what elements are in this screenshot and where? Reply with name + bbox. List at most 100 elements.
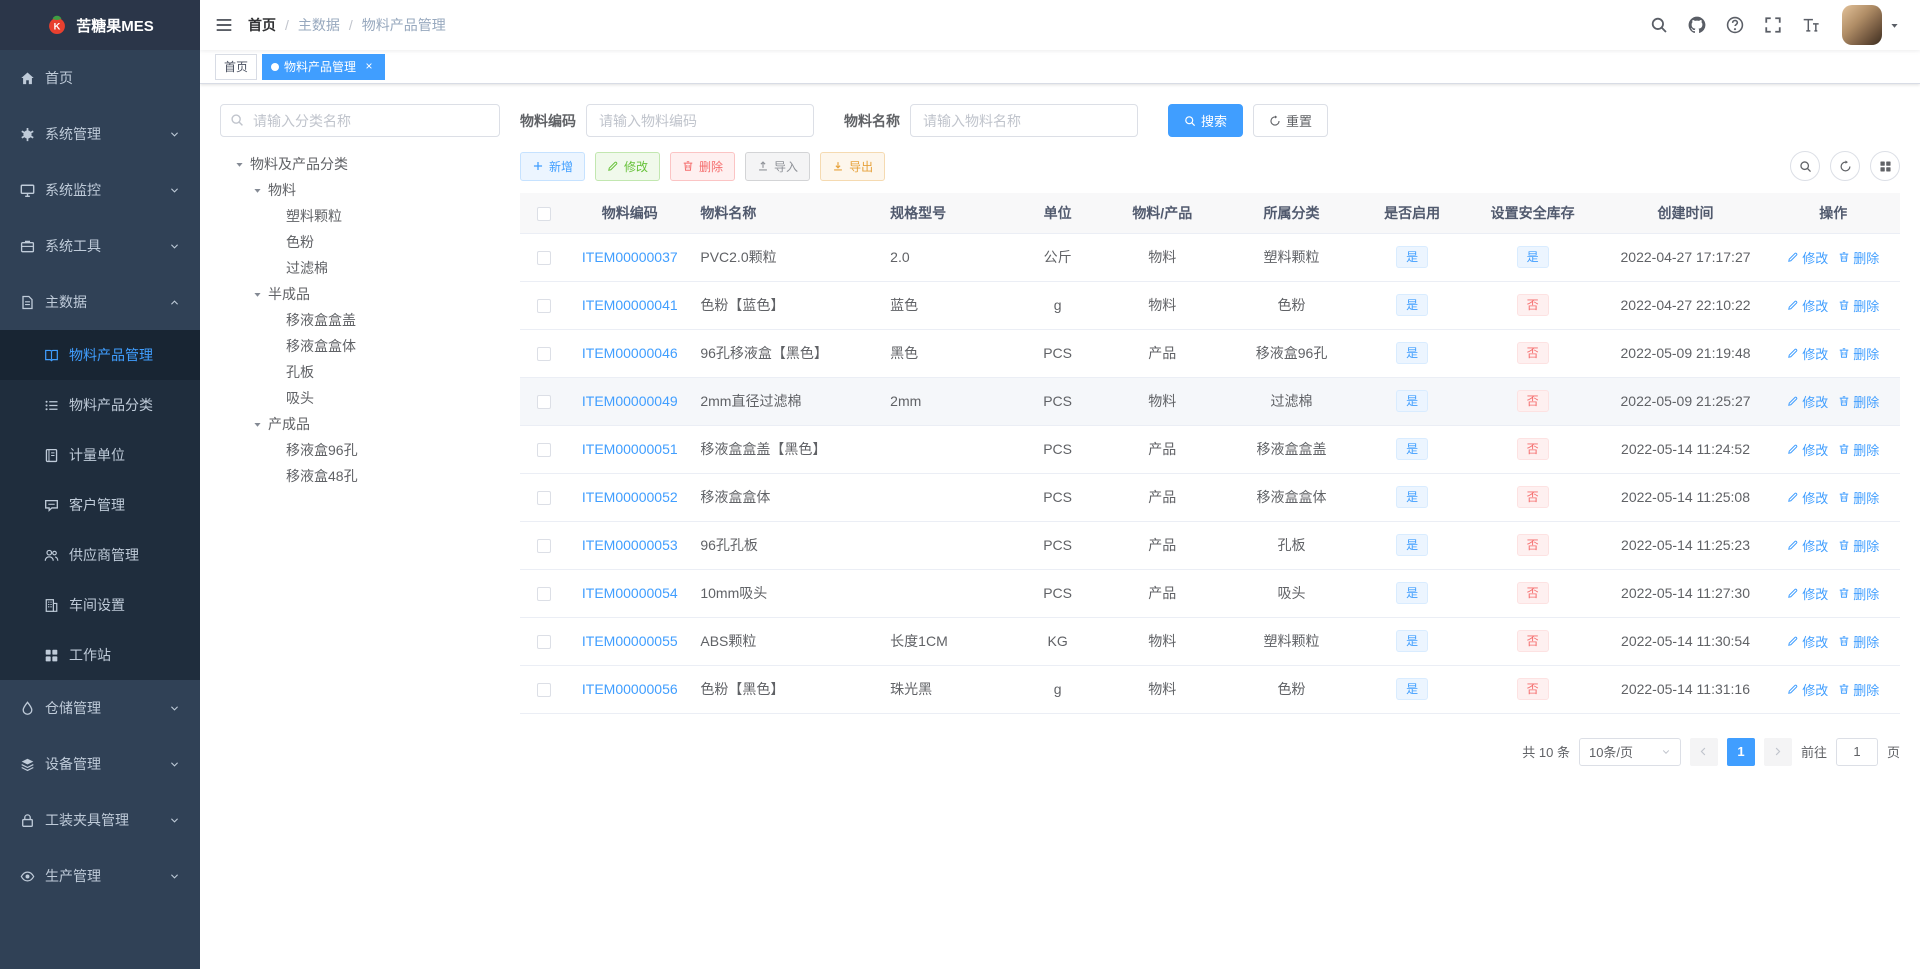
material-name-input[interactable] [910,104,1138,137]
prev-page-button[interactable] [1689,737,1718,766]
delete-row-button[interactable]: 删除 [1838,680,1879,699]
edit-row-button[interactable]: 修改 [1787,392,1828,411]
page-size-select[interactable]: 10条/页 [1578,737,1681,766]
caret-expanded-icon[interactable] [228,159,250,170]
row-checkbox[interactable] [536,395,551,410]
font-size-icon[interactable] [1792,0,1830,50]
tree-node[interactable]: 色粉 [220,229,500,255]
edit-row-button[interactable]: 修改 [1787,296,1828,315]
material-code-link[interactable]: ITEM00000055 [582,633,678,649]
sidebar-item-system-tools[interactable]: 系统工具 [0,218,200,274]
edit-row-button[interactable]: 修改 [1787,536,1828,555]
sidebar-item-home[interactable]: 首页 [0,50,200,106]
close-icon[interactable]: × [362,60,376,74]
delete-button[interactable]: 删除 [670,151,736,181]
select-all-checkbox[interactable] [536,206,551,221]
sidebar-item-material-product-mgmt[interactable]: 物料产品管理 [0,330,200,380]
tree-node[interactable]: 过滤棉 [220,255,500,281]
material-code-link[interactable]: ITEM00000041 [582,297,678,313]
user-menu[interactable] [1842,5,1900,45]
sidebar-item-warehouse-mgmt[interactable]: 仓储管理 [0,680,200,736]
material-code-link[interactable]: ITEM00000056 [582,681,678,697]
sidebar-item-system-monitor[interactable]: 系统监控 [0,162,200,218]
material-code-link[interactable]: ITEM00000051 [582,441,678,457]
sidebar-item-measure-unit[interactable]: 计量单位 [0,430,200,480]
delete-row-button[interactable]: 删除 [1838,488,1879,507]
import-button[interactable]: 导入 [745,151,811,181]
breadcrumb-item[interactable]: 首页 [248,15,276,35]
sidebar-item-workstation[interactable]: 工作站 [0,630,200,680]
delete-row-button[interactable]: 删除 [1838,296,1879,315]
row-checkbox[interactable] [536,347,551,362]
row-checkbox[interactable] [536,587,551,602]
edit-row-button[interactable]: 修改 [1787,680,1828,699]
row-checkbox[interactable] [536,443,551,458]
next-page-button[interactable] [1763,737,1792,766]
delete-row-button[interactable]: 删除 [1838,584,1879,603]
fullscreen-icon[interactable] [1754,0,1792,50]
material-code-link[interactable]: ITEM00000054 [582,585,678,601]
caret-expanded-icon[interactable] [246,419,268,430]
material-code-link[interactable]: ITEM00000053 [582,537,678,553]
tree-node[interactable]: 移液盒盒盖 [220,307,500,333]
tree-node[interactable]: 物料 [220,177,500,203]
delete-row-button[interactable]: 删除 [1838,632,1879,651]
search-button[interactable]: 搜索 [1168,104,1244,137]
edit-button[interactable]: 修改 [595,151,661,181]
goto-page-input[interactable] [1835,737,1878,766]
delete-row-button[interactable]: 删除 [1838,248,1879,267]
material-code-link[interactable]: ITEM00000049 [582,393,678,409]
page-1-button[interactable]: 1 [1726,737,1755,766]
tab-material-product-mgmt[interactable]: 物料产品管理 × [262,53,386,80]
edit-row-button[interactable]: 修改 [1787,344,1828,363]
category-search-input[interactable] [220,104,500,137]
row-checkbox[interactable] [536,539,551,554]
sidebar-item-production-mgmt[interactable]: 生产管理 [0,848,200,904]
edit-row-button[interactable]: 修改 [1787,248,1828,267]
tree-node[interactable]: 吸头 [220,385,500,411]
header-search-icon[interactable] [1640,0,1678,50]
github-icon[interactable] [1678,0,1716,50]
delete-row-button[interactable]: 删除 [1838,440,1879,459]
toggle-search-button[interactable] [1790,151,1820,181]
app-logo[interactable]: K 苦糖果MES [0,0,200,50]
row-checkbox[interactable] [536,683,551,698]
material-code-link[interactable]: ITEM00000037 [582,249,678,265]
sidebar-item-system-mgmt[interactable]: 系统管理 [0,106,200,162]
caret-expanded-icon[interactable] [246,185,268,196]
tree-node[interactable]: 移液盒96孔 [220,437,500,463]
tab-home[interactable]: 首页 [215,53,258,80]
edit-row-button[interactable]: 修改 [1787,584,1828,603]
edit-row-button[interactable]: 修改 [1787,488,1828,507]
tree-node[interactable]: 移液盒48孔 [220,463,500,489]
tree-node[interactable]: 物料及产品分类 [220,151,500,177]
sidebar-item-equipment-mgmt[interactable]: 设备管理 [0,736,200,792]
tree-node[interactable]: 移液盒盒体 [220,333,500,359]
tree-node[interactable]: 半成品 [220,281,500,307]
sidebar-item-fixture-mgmt[interactable]: 工装夹具管理 [0,792,200,848]
tree-node[interactable]: 孔板 [220,359,500,385]
sidebar-item-supplier-mgmt[interactable]: 供应商管理 [0,530,200,580]
help-icon[interactable] [1716,0,1754,50]
row-checkbox[interactable] [536,251,551,266]
sidebar-item-customer-mgmt[interactable]: 客户管理 [0,480,200,530]
material-code-link[interactable]: ITEM00000052 [582,489,678,505]
sidebar-item-workshop-settings[interactable]: 车间设置 [0,580,200,630]
edit-row-button[interactable]: 修改 [1787,440,1828,459]
row-checkbox[interactable] [536,635,551,650]
tree-node[interactable]: 塑料颗粒 [220,203,500,229]
edit-row-button[interactable]: 修改 [1787,632,1828,651]
column-settings-button[interactable] [1870,151,1900,181]
material-code-link[interactable]: ITEM00000046 [582,345,678,361]
sidebar-item-master-data[interactable]: 主数据 [0,274,200,330]
tree-node[interactable]: 产成品 [220,411,500,437]
hamburger-icon[interactable] [200,0,248,50]
delete-row-button[interactable]: 删除 [1838,536,1879,555]
export-button[interactable]: 导出 [820,151,886,181]
row-checkbox[interactable] [536,491,551,506]
delete-row-button[interactable]: 删除 [1838,344,1879,363]
delete-row-button[interactable]: 删除 [1838,392,1879,411]
sidebar-item-material-product-category[interactable]: 物料产品分类 [0,380,200,430]
material-code-input[interactable] [586,104,814,137]
caret-expanded-icon[interactable] [246,289,268,300]
